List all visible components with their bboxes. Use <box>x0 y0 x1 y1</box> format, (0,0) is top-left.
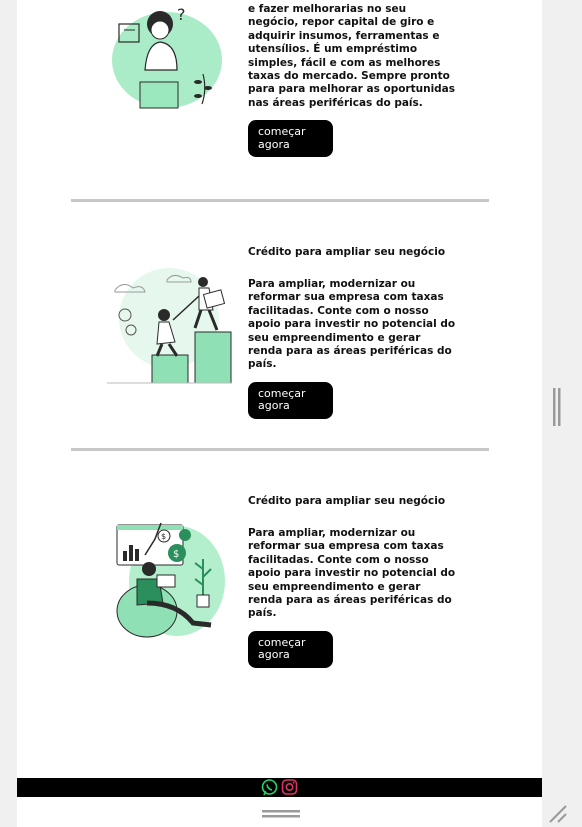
svg-text:$: $ <box>161 532 166 541</box>
section-1-description: e fazer melhorarias no seu negócio, repo… <box>248 3 456 109</box>
scrollbar-handle[interactable] <box>553 388 561 426</box>
service-section-2: Crédito para ampliar seu negócio Para am… <box>17 240 542 440</box>
start-button-3[interactable]: começar agora <box>248 630 333 668</box>
svg-text:$: $ <box>173 549 179 560</box>
section-3-title: Crédito para ampliar seu negócio <box>248 495 446 507</box>
section-divider-1 <box>71 199 489 202</box>
svg-text:?: ? <box>177 5 186 24</box>
section-3-text: Crédito para ampliar seu negócio Para am… <box>248 495 458 668</box>
service-section-3: $ $ Crédito para ampliar seu negócio Par… <box>17 489 542 689</box>
page-content: ? e fazer melhorarias no seu negócio, re… <box>17 0 542 827</box>
team-climbing-illustration <box>107 268 232 384</box>
man-with-laptop-illustration: $ $ <box>116 522 225 638</box>
section-2-description: Para ampliar, modernizar ou reformar sua… <box>248 278 456 371</box>
section-3-description: Para ampliar, modernizar ou reformar sua… <box>248 527 456 620</box>
section-divider-2 <box>71 448 489 451</box>
section-2-text: Crédito para ampliar seu negócio Para am… <box>248 246 458 419</box>
bottom-drag-handle[interactable] <box>262 810 300 818</box>
section-2-title: Crédito para ampliar seu negócio <box>248 246 446 258</box>
start-button-1[interactable]: começar agora <box>248 120 333 158</box>
whatsapp-icon[interactable] <box>261 778 278 797</box>
service-section-1: ? e fazer melhorarias no seu negócio, re… <box>17 0 542 195</box>
woman-thinking-illustration: ? <box>112 5 222 109</box>
instagram-icon[interactable] <box>281 778 298 797</box>
start-button-2[interactable]: começar agora <box>248 381 333 419</box>
resize-grip-icon[interactable] <box>548 804 568 824</box>
section-1-text: e fazer melhorarias no seu negócio, repo… <box>248 3 458 158</box>
footer-bar <box>17 778 542 797</box>
